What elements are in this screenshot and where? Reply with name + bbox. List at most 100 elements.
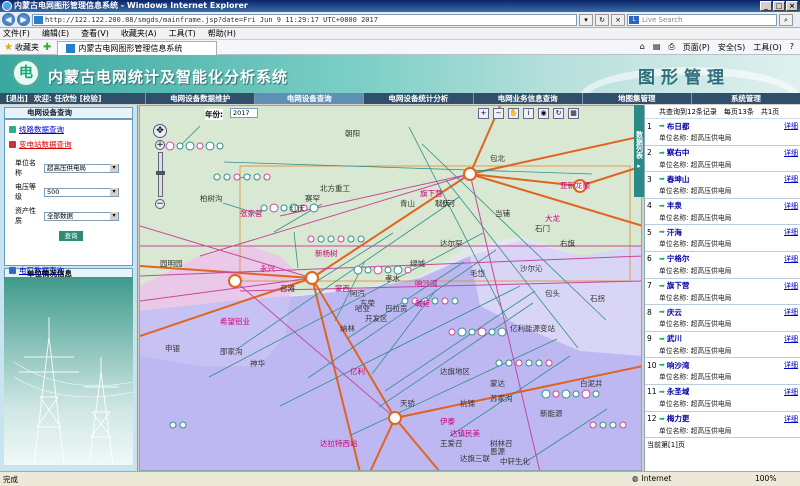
map-zoom-in-icon[interactable]: +: [155, 140, 165, 150]
close-button[interactable]: ×: [786, 1, 798, 11]
help-icon[interactable]: ?: [790, 42, 794, 53]
substation-node[interactable]: [545, 359, 553, 367]
detail-link[interactable]: 详细: [784, 174, 798, 184]
asset-select[interactable]: 全部数据: [44, 211, 119, 221]
tab-device-maintenance[interactable]: 电网设备数据维护: [145, 93, 254, 104]
list-item[interactable]: 2 ➡ 察右中 详细 单位名称: 超高压供电局: [645, 146, 800, 173]
substation-node[interactable]: [185, 141, 195, 151]
substation-node[interactable]: [495, 359, 503, 367]
station-label[interactable]: 达尔罕: [440, 238, 463, 248]
list-item-name[interactable]: 梅力更: [667, 413, 784, 424]
substation-node[interactable]: [347, 235, 355, 243]
refresh-map-icon[interactable]: ↻: [553, 108, 564, 119]
tab-atlas-management[interactable]: 地图集管理: [581, 93, 691, 104]
zoom-slider[interactable]: [155, 152, 165, 197]
substation-node[interactable]: [357, 235, 365, 243]
substation-node[interactable]: [468, 328, 476, 336]
substation-node[interactable]: [552, 390, 560, 398]
zoom-slider-knob[interactable]: [155, 171, 165, 175]
station-label[interactable]: 白泥井: [580, 378, 603, 388]
maximize-button[interactable]: □: [773, 1, 785, 11]
detail-link[interactable]: 详细: [784, 334, 798, 344]
substation-node[interactable]: [243, 173, 251, 181]
substation-node[interactable]: [619, 421, 627, 429]
substation-node[interactable]: [223, 173, 231, 181]
substation-node[interactable]: [309, 203, 319, 213]
list-item[interactable]: 9 ➡ 武川 详细 单位名称: 超高压供电局: [645, 332, 800, 359]
station-label[interactable]: 王爱召: [440, 439, 463, 448]
tab-system-management[interactable]: 系统管理: [690, 93, 800, 104]
substation-node[interactable]: [269, 203, 279, 213]
station-label[interactable]: 柏树沟: [200, 193, 223, 203]
year-select[interactable]: 2017: [230, 108, 258, 118]
substation-node[interactable]: [592, 390, 600, 398]
substation-node[interactable]: [515, 359, 523, 367]
substation-node[interactable]: [179, 421, 187, 429]
page-menu[interactable]: 页面(P): [683, 42, 710, 53]
substation-node[interactable]: [176, 142, 184, 150]
station-label[interactable]: 蒙西: [335, 283, 350, 293]
substation-query-link[interactable]: 变电站数据查询: [9, 139, 128, 150]
station-label[interactable]: 亿利: [350, 366, 365, 376]
substation-node[interactable]: [327, 235, 335, 243]
station-label[interactable]: 希望铝业: [220, 316, 250, 326]
substation-node[interactable]: [233, 173, 241, 181]
detail-link[interactable]: 详细: [784, 227, 798, 237]
substation-node[interactable]: [384, 266, 392, 274]
zoom-in-icon[interactable]: +: [478, 108, 489, 119]
list-item-name[interactable]: 旗下营: [667, 280, 784, 291]
tools-menu[interactable]: 工具(O): [753, 42, 782, 53]
station-label[interactable]: 申银: [165, 343, 180, 353]
address-bar[interactable]: http://122.122.200.88/smgds/mainframe.js…: [32, 13, 577, 26]
pan-hand-icon[interactable]: ✋: [508, 108, 519, 119]
detail-link[interactable]: 详细: [784, 414, 798, 424]
substation-node[interactable]: [488, 328, 496, 336]
station-label[interactable]: 园明园: [160, 259, 183, 268]
list-item[interactable]: 7 ➡ 旗下营 详细 单位名称: 超高压供电局: [645, 279, 800, 306]
menu-favorites[interactable]: 收藏夹(A): [121, 28, 157, 39]
voltage-select[interactable]: 500: [44, 187, 119, 197]
line-query-link[interactable]: 线路数据查询: [9, 124, 128, 135]
substation-node[interactable]: [263, 173, 271, 181]
station-label[interactable]: 杭锦: [460, 398, 475, 408]
station-label[interactable]: 召滩: [280, 283, 295, 293]
dropdown-icon[interactable]: ▾: [579, 13, 593, 26]
list-item[interactable]: 12 ➡ 梅力更 详细 单位名称: 超高压供电局: [645, 412, 800, 439]
map-zoom-out-icon[interactable]: −: [155, 199, 165, 209]
zoom-level[interactable]: 100%: [755, 474, 776, 483]
menu-file[interactable]: 文件(F): [3, 28, 30, 39]
menu-view[interactable]: 查看(V): [81, 28, 109, 39]
list-item[interactable]: 11 ➡ 永圣域 详细 单位名称: 超高压供电局: [645, 385, 800, 412]
station-label[interactable]: 张家营: [240, 208, 263, 218]
menu-help[interactable]: 帮助(H): [208, 28, 236, 39]
station-label[interactable]: 孝水: [385, 273, 400, 283]
substation-node[interactable]: [448, 328, 456, 336]
station-label[interactable]: 大龙: [545, 213, 560, 223]
data-list-toggle[interactable]: 数据列表 ▸: [634, 105, 644, 197]
grid-map-canvas[interactable]: 朝阳包北旗下营达尔罕北方重工 亚新龙顺张家营红庆赛罕青山 耿庆当铺召滩阿汽孝水绿城石…: [140, 106, 642, 471]
list-item[interactable]: 6 ➡ 宁格尔 详细 单位名称: 超高压供电局: [645, 252, 800, 279]
tab-business-query[interactable]: 电网业务信息查询: [472, 93, 582, 104]
substation-node[interactable]: [196, 142, 204, 150]
tab-device-query[interactable]: 电网设备查询: [254, 93, 364, 104]
print-icon[interactable]: ⎙: [668, 42, 674, 53]
list-item-name[interactable]: 武川: [667, 333, 784, 344]
station-label[interactable]: 达旗地区: [440, 366, 470, 376]
station-label[interactable]: 巴拉贡: [385, 303, 408, 313]
search-input[interactable]: L Live Search: [627, 13, 777, 26]
station-label[interactable]: 永兴: [260, 263, 275, 273]
detail-link[interactable]: 详细: [784, 307, 798, 317]
station-label[interactable]: 东荣: [360, 298, 375, 308]
substation-node[interactable]: [581, 389, 591, 399]
substation-node[interactable]: [205, 141, 215, 151]
station-label[interactable]: 天骄: [400, 399, 415, 408]
list-item[interactable]: 8 ➡ 庆云 详细 单位名称: 超高压供电局: [645, 305, 800, 332]
list-item-name[interactable]: 响沙湾: [667, 360, 784, 371]
substation-node[interactable]: [599, 421, 607, 429]
station-label[interactable]: 朝阳: [345, 129, 360, 138]
substation-node[interactable]: [525, 359, 533, 367]
detail-link[interactable]: 详细: [784, 201, 798, 211]
station-label[interactable]: 伊泰: [440, 416, 455, 426]
favorites-button[interactable]: ★ 收藏夹: [0, 42, 43, 53]
station-label[interactable]: 新杨树: [315, 248, 338, 258]
